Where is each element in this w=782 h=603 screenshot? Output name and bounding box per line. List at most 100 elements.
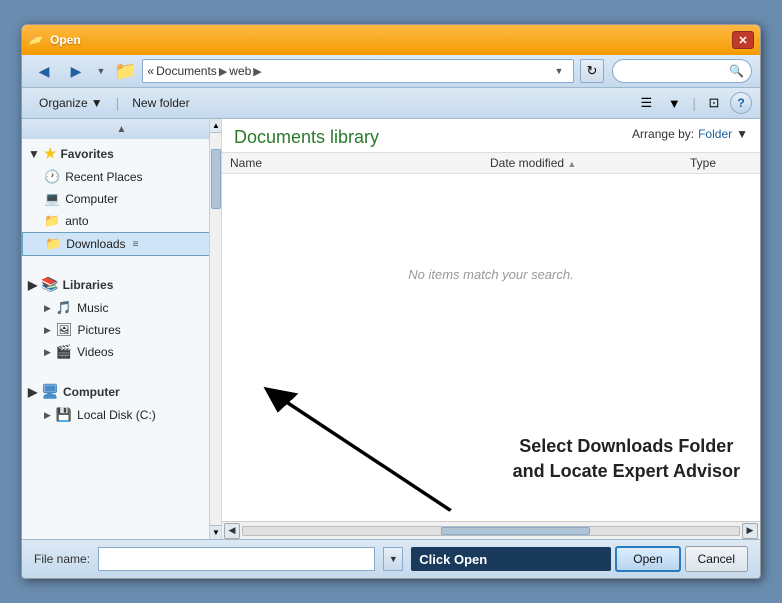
pictures-label: Pictures	[77, 323, 120, 337]
scroll-track[interactable]	[242, 526, 740, 536]
title-bar-left: 📂 Open	[28, 32, 81, 48]
annotation-arrow-svg	[222, 374, 760, 521]
view-dropdown-button[interactable]: ▼	[662, 92, 686, 114]
favorites-label: Favorites	[60, 147, 113, 161]
organize-button[interactable]: Organize ▼	[30, 92, 112, 114]
sidebar-item-music[interactable]: ▶ 🎵 Music	[22, 297, 221, 319]
sidebar-scroll-up-arrow[interactable]: ▲	[210, 119, 222, 133]
annotation-line1: Select Downloads Folder	[519, 436, 733, 456]
computer-section: ▶ 🖥 Computer ▶ 💾 Local Disk (C:)	[22, 377, 221, 428]
sidebar-item-computer[interactable]: 💻 Computer	[22, 188, 221, 210]
bottom-bar: File name: ▼ Click Open Open Cancel	[22, 539, 760, 578]
sidebar-item-anto[interactable]: 📁 anto	[22, 210, 221, 232]
help-button[interactable]: ?	[730, 92, 752, 114]
cancel-button[interactable]: Cancel	[685, 546, 748, 572]
filetype-label: Click Open	[411, 547, 611, 571]
breadcrumb-sep-1: ▶	[219, 65, 227, 78]
libraries-icon: 📚	[41, 276, 58, 293]
computer-section-icon: 🖥	[41, 383, 59, 400]
address-dropdown-button[interactable]: ▼	[549, 59, 569, 83]
sidebar-item-videos[interactable]: ▶ 🎬 Videos	[22, 341, 221, 363]
pictures-expand-icon: ▶	[44, 325, 51, 336]
local-disk-icon: 💾	[56, 407, 72, 423]
library-header: Documents library Arrange by: Folder ▼	[222, 119, 760, 153]
view-mode-button-1[interactable]: ☰	[634, 92, 658, 114]
recent-places-label: Recent Places	[65, 170, 142, 184]
computer-triangle: ▶	[28, 385, 37, 399]
anto-label: anto	[65, 214, 88, 228]
music-expand-icon: ▶	[44, 303, 51, 314]
new-folder-button[interactable]: New folder	[123, 92, 198, 114]
favorites-section: ▼ ★ Favorites 🕐 Recent Places 💻 Computer…	[22, 139, 221, 258]
content-area: Documents library Arrange by: Folder ▼ N…	[222, 119, 760, 539]
organize-arrow: ▼	[91, 96, 103, 110]
filename-label: File name:	[34, 552, 90, 566]
downloads-label: Downloads	[66, 237, 125, 251]
address-toolbar: ◀ ▶ ▼ 📁 « Documents ▶ web ▶ ▼ ↻ 🔍	[22, 55, 760, 88]
favorites-star-icon: ★	[44, 145, 57, 162]
folder-nav-icon: 📁	[114, 61, 136, 82]
sidebar-item-local-disk[interactable]: ▶ 💾 Local Disk (C:)	[22, 404, 221, 426]
nav-dropdown-button[interactable]: ▼	[94, 59, 108, 83]
sidebar-item-pictures[interactable]: ▶ 🖼 Pictures	[22, 319, 221, 341]
window-icon: 📂	[28, 32, 44, 48]
sidebar-scroll-up-btn[interactable]: ▲	[22, 119, 221, 139]
main-area: ▲ ▼ ★ Favorites 🕐 Recent Places 💻 Comput…	[22, 119, 760, 539]
sidebar-scrollbar: ▲ ▼	[209, 119, 221, 539]
menu-right: ☰ ▼ | ⊡ ?	[634, 92, 752, 114]
horizontal-scrollbar: ◀ ▶	[222, 521, 760, 539]
breadcrumb-web: web	[229, 64, 251, 78]
arrange-by-label: Arrange by:	[632, 127, 694, 141]
arrange-by-link[interactable]: Folder	[698, 127, 732, 141]
favorites-triangle: ▼	[28, 147, 40, 161]
sidebar-item-recent-places[interactable]: 🕐 Recent Places	[22, 166, 221, 188]
column-date-modified[interactable]: Date modified ▲	[490, 156, 690, 170]
local-disk-expand-icon: ▶	[44, 410, 51, 421]
videos-icon: 🎬	[56, 344, 72, 360]
breadcrumb-sep-start: «	[147, 64, 154, 78]
forward-button[interactable]: ▶	[62, 59, 90, 83]
scroll-right-button[interactable]: ▶	[742, 523, 758, 539]
computer-section-header[interactable]: ▶ 🖥 Computer	[22, 379, 221, 404]
anto-folder-icon: 📁	[44, 213, 60, 229]
computer-icon: 💻	[44, 191, 60, 207]
computer-label: Computer	[65, 192, 118, 206]
libraries-header[interactable]: ▶ 📚 Libraries	[22, 272, 221, 297]
sidebar: ▲ ▼ ★ Favorites 🕐 Recent Places 💻 Comput…	[22, 119, 222, 539]
address-bar[interactable]: « Documents ▶ web ▶ ▼	[142, 59, 574, 83]
arrange-by-control: Arrange by: Folder ▼	[632, 127, 748, 141]
column-headers: Name Date modified ▲ Type	[222, 153, 760, 174]
scroll-thumb[interactable]	[441, 527, 590, 535]
organize-label: Organize	[39, 96, 88, 110]
libraries-triangle: ▶	[28, 278, 37, 292]
column-type[interactable]: Type	[690, 156, 752, 170]
favorites-header[interactable]: ▼ ★ Favorites	[22, 141, 221, 166]
music-icon: 🎵	[56, 300, 72, 316]
sidebar-scroll-down-arrow[interactable]: ▼	[210, 525, 222, 539]
filename-dropdown-button[interactable]: ▼	[383, 547, 403, 571]
open-button[interactable]: Open	[615, 546, 680, 572]
sidebar-item-downloads[interactable]: 📁 Downloads ≡	[22, 232, 221, 256]
no-items-text: No items match your search.	[408, 267, 573, 282]
column-name[interactable]: Name	[230, 156, 490, 170]
arrange-by-arrow: ▼	[736, 127, 748, 141]
refresh-button[interactable]: ↻	[580, 59, 604, 83]
close-button[interactable]: ✕	[732, 31, 754, 49]
search-container: 🔍	[608, 59, 752, 83]
annotation-line2: and Locate Expert Advisor	[513, 461, 740, 481]
open-dialog: 📂 Open ✕ ◀ ▶ ▼ 📁 « Documents ▶ web ▶ ▼ ↻…	[21, 24, 761, 579]
downloads-folder-icon: 📁	[45, 236, 61, 252]
date-modified-label: Date modified	[490, 156, 564, 170]
local-disk-label: Local Disk (C:)	[77, 408, 156, 422]
new-folder-label: New folder	[132, 96, 189, 110]
videos-expand-icon: ▶	[44, 347, 51, 358]
file-list: No items match your search.	[222, 174, 760, 374]
filename-input[interactable]	[98, 547, 375, 571]
sidebar-scroll-thumb[interactable]	[211, 149, 221, 209]
back-button[interactable]: ◀	[30, 59, 58, 83]
view-mode-button-2[interactable]: ⊡	[702, 92, 726, 114]
action-buttons: Open Cancel	[615, 546, 748, 572]
scroll-left-button[interactable]: ◀	[224, 523, 240, 539]
breadcrumb: « Documents ▶ web ▶	[147, 64, 549, 78]
window-title: Open	[50, 33, 81, 47]
